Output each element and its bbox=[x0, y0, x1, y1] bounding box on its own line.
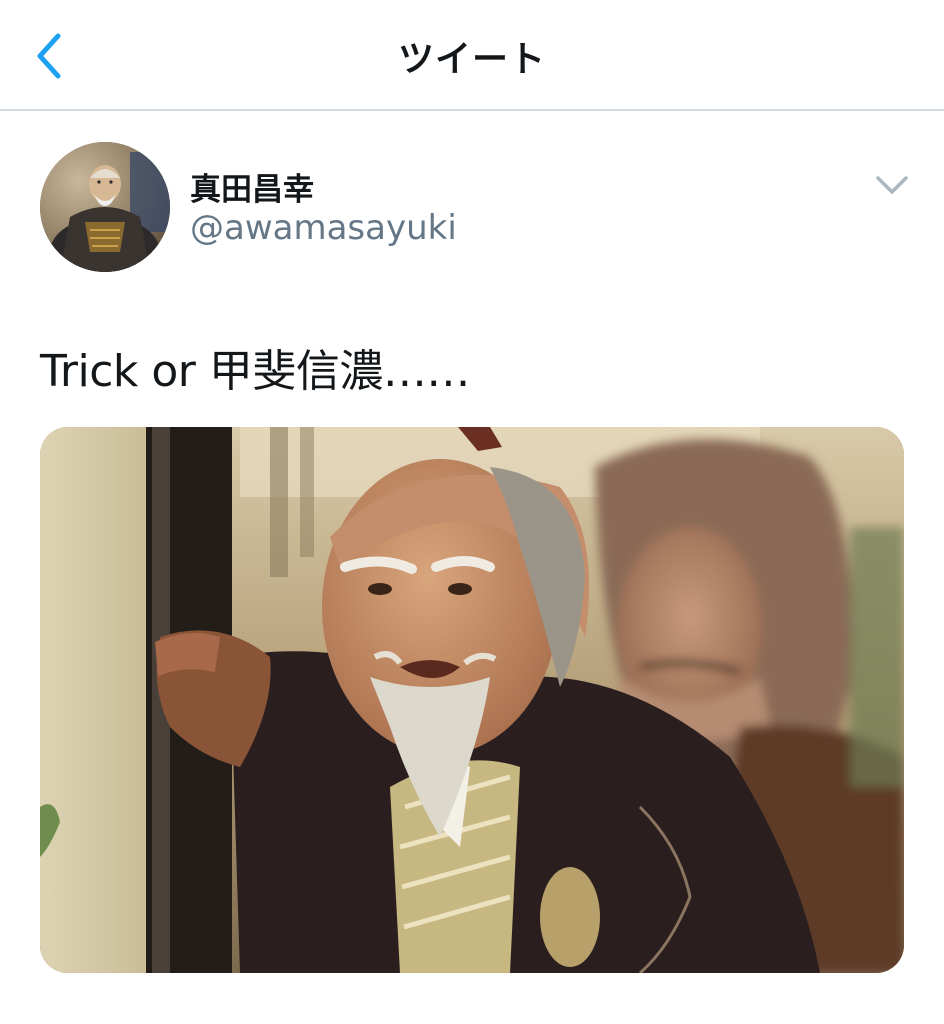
avatar-portrait-image bbox=[40, 142, 170, 272]
photo-image bbox=[40, 427, 904, 973]
page-title: ツイート bbox=[397, 39, 546, 80]
tweet-menu-button[interactable] bbox=[872, 170, 912, 200]
avatar[interactable] bbox=[40, 142, 170, 272]
user-handle[interactable]: @awamasayuki bbox=[190, 208, 457, 248]
chevron-down-icon bbox=[876, 176, 908, 194]
display-name[interactable]: 真田昌幸 bbox=[190, 164, 314, 209]
tweet-text: Trick or 甲斐信濃…… bbox=[40, 346, 470, 397]
navigation-bar: ツイート bbox=[0, 0, 944, 111]
tweet-media-photo[interactable] bbox=[40, 427, 904, 973]
tweet-header: 真田昌幸 @awamasayuki bbox=[0, 140, 944, 275]
